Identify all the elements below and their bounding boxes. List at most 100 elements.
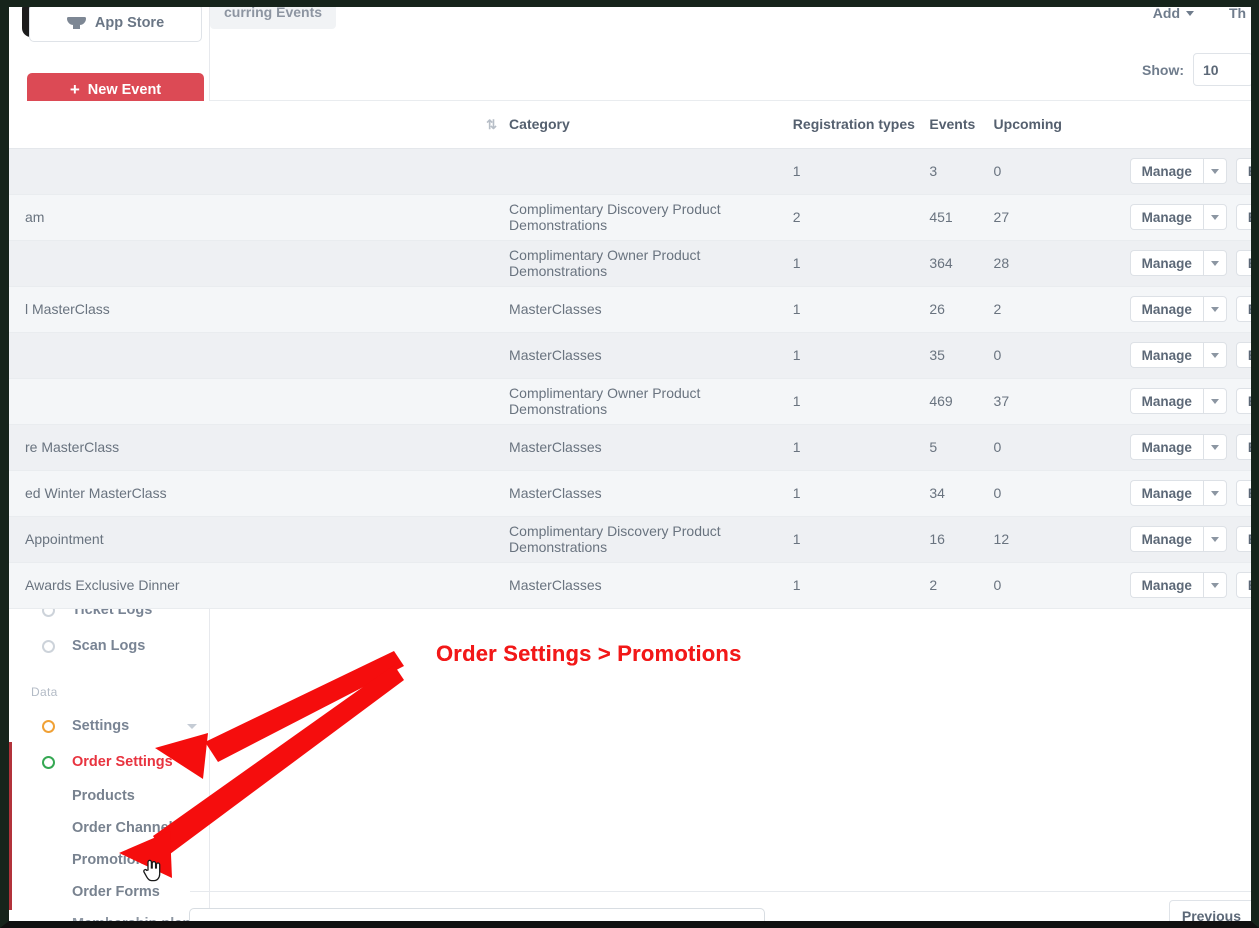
cell-category: MasterClasses bbox=[509, 562, 793, 609]
cell-registration-types: 1 bbox=[792, 424, 930, 471]
sidebar-subitem-label: Products bbox=[72, 788, 135, 804]
main-content: curring Events Add Th Show: 10 ⇅ Categor… bbox=[9, 5, 1251, 921]
show-label: Show: bbox=[1142, 61, 1184, 78]
table-row[interactable]: Awards Exclusive Dinner MasterClasses 1 2 0 M… bbox=[9, 562, 1251, 609]
col-upcoming[interactable]: Upcoming bbox=[993, 101, 1130, 149]
manage-dropdown-button[interactable] bbox=[1202, 388, 1227, 414]
table-options-button[interactable]: Th bbox=[1229, 7, 1251, 21]
manage-button[interactable]: Manage bbox=[1129, 480, 1203, 506]
edit-button[interactable]: E bbox=[1235, 572, 1251, 598]
manage-dropdown-button[interactable] bbox=[1202, 526, 1227, 552]
manage-button[interactable]: Manage bbox=[1129, 342, 1203, 368]
sidebar-subitem-label: Membership plans bbox=[72, 916, 199, 921]
manage-button[interactable]: Manage bbox=[1129, 572, 1203, 598]
edit-button[interactable]: E bbox=[1235, 526, 1251, 552]
previous-page-button[interactable]: Previous bbox=[1168, 900, 1251, 921]
cell-registration-types: 1 bbox=[792, 240, 930, 287]
chevron-up-icon[interactable] bbox=[187, 759, 197, 765]
cell-registration-types: 2 bbox=[792, 194, 930, 241]
edit-button[interactable]: E bbox=[1235, 342, 1251, 368]
cell-sort bbox=[486, 332, 510, 379]
chevron-down-icon bbox=[1210, 444, 1219, 450]
cell-category: MasterClasses bbox=[509, 286, 793, 333]
table-row[interactable]: Complimentary Owner Product Demonstratio… bbox=[9, 378, 1251, 425]
edit-button[interactable]: E bbox=[1235, 296, 1251, 322]
edit-button[interactable]: E bbox=[1235, 204, 1251, 230]
table-row[interactable]: l MasterClass MasterClasses 1 26 2 Manage E bbox=[9, 286, 1251, 333]
cell-actions: Manage E bbox=[1129, 148, 1251, 195]
manage-dropdown-button[interactable] bbox=[1202, 572, 1227, 598]
manage-dropdown-button[interactable] bbox=[1202, 158, 1227, 184]
row-action-group: Manage E bbox=[1129, 296, 1251, 322]
table-row[interactable]: Appointment Complimentary Discovery Produ… bbox=[9, 516, 1251, 563]
show-entries-select[interactable]: 10 bbox=[1193, 53, 1251, 86]
sort-updown-icon[interactable]: ⇅ bbox=[486, 117, 497, 132]
chevron-down-icon bbox=[1210, 352, 1219, 358]
events-table: ⇅ Category Registration types Events Upc… bbox=[9, 101, 1251, 609]
table-row[interactable]: MasterClasses 1 35 0 Manage E bbox=[9, 332, 1251, 379]
manage-button[interactable]: Manage bbox=[1129, 434, 1203, 460]
manage-dropdown-button[interactable] bbox=[1202, 250, 1227, 276]
tab-recurring-events[interactable]: curring Events bbox=[210, 7, 337, 29]
sidebar-subitem-order-channels[interactable]: Order Channels bbox=[9, 812, 209, 844]
cell-category: MasterClasses bbox=[509, 470, 793, 517]
chevron-down-icon bbox=[1210, 582, 1219, 588]
manage-dropdown-button[interactable] bbox=[1202, 434, 1227, 460]
manage-button[interactable]: Manage bbox=[1129, 158, 1203, 184]
sidebar-item-order-settings[interactable]: Order Settings bbox=[9, 744, 209, 780]
manage-button[interactable]: Manage bbox=[1129, 250, 1203, 276]
manage-button[interactable]: Manage bbox=[1129, 296, 1203, 322]
col-sort[interactable]: ⇅ bbox=[486, 101, 510, 149]
table-row[interactable]: 1 3 0 Manage E bbox=[9, 148, 1251, 195]
cell-upcoming: 28 bbox=[993, 240, 1130, 287]
col-registration-types[interactable]: Registration types bbox=[792, 101, 930, 149]
show-entries-value: 10 bbox=[1203, 61, 1219, 78]
app-store-label: App Store bbox=[94, 15, 165, 31]
manage-button[interactable]: Manage bbox=[1129, 526, 1203, 552]
bottom-status-text: 8888 bbox=[200, 923, 229, 928]
cell-events: 16 bbox=[929, 516, 994, 563]
manage-dropdown-button[interactable] bbox=[1202, 480, 1227, 506]
table-row[interactable]: re MasterClass MasterClasses 1 5 0 Manage E bbox=[9, 424, 1251, 471]
manage-button[interactable]: Manage bbox=[1129, 388, 1203, 414]
add-dropdown-button[interactable]: Add bbox=[1152, 5, 1194, 21]
edit-button[interactable]: E bbox=[1235, 158, 1251, 184]
edit-button[interactable]: E bbox=[1235, 250, 1251, 276]
cell-name bbox=[9, 240, 487, 287]
table-row[interactable]: am Complimentary Discovery Product Demons… bbox=[9, 194, 1251, 241]
sidebar-item-scan-logs[interactable]: Scan Logs bbox=[9, 628, 209, 664]
manage-dropdown-button[interactable] bbox=[1202, 204, 1227, 230]
nav-group-label-data-2: Data bbox=[31, 685, 58, 699]
edit-button[interactable]: E bbox=[1235, 434, 1251, 460]
manage-button[interactable]: Manage bbox=[1129, 204, 1203, 230]
footer-divider bbox=[190, 891, 1251, 892]
sidebar-subitem-membership-plans[interactable]: Membership plans bbox=[9, 908, 209, 921]
app-store-button[interactable]: App Store bbox=[29, 7, 202, 42]
sidebar-subitem-products[interactable]: Products bbox=[9, 780, 209, 812]
sidebar-item-label: Scan Logs bbox=[72, 638, 146, 654]
chevron-down-icon[interactable] bbox=[187, 723, 197, 729]
sidebar-subitem-order-forms[interactable]: Order Forms bbox=[9, 876, 209, 908]
col-events[interactable]: Events bbox=[929, 101, 994, 149]
table-row[interactable]: ed Winter MasterClass MasterClasses 1 34 0 Ma… bbox=[9, 470, 1251, 517]
cell-upcoming: 0 bbox=[993, 332, 1130, 379]
manage-dropdown-button[interactable] bbox=[1202, 342, 1227, 368]
cell-name: re MasterClass bbox=[9, 424, 487, 471]
manage-dropdown-button[interactable] bbox=[1202, 296, 1227, 322]
sidebar-subitem-promotions[interactable]: Promotions bbox=[9, 844, 209, 876]
cell-registration-types: 1 bbox=[792, 332, 930, 379]
cell-sort bbox=[486, 378, 510, 425]
cell-actions: Manage E bbox=[1129, 240, 1251, 287]
table-row[interactable]: Complimentary Owner Product Demonstratio… bbox=[9, 240, 1251, 287]
edit-button[interactable]: E bbox=[1235, 388, 1251, 414]
cell-actions: Manage E bbox=[1129, 378, 1251, 425]
cell-upcoming: 2 bbox=[993, 286, 1130, 333]
sidebar-item-settings[interactable]: Settings bbox=[9, 708, 209, 744]
cell-registration-types: 1 bbox=[792, 148, 930, 195]
add-label: Add bbox=[1152, 5, 1180, 21]
col-category[interactable]: Category bbox=[509, 101, 793, 149]
cell-sort bbox=[486, 194, 510, 241]
cell-category: Complimentary Discovery Product Demonstr… bbox=[509, 516, 793, 563]
col-name[interactable] bbox=[9, 101, 487, 149]
edit-button[interactable]: E bbox=[1235, 480, 1251, 506]
